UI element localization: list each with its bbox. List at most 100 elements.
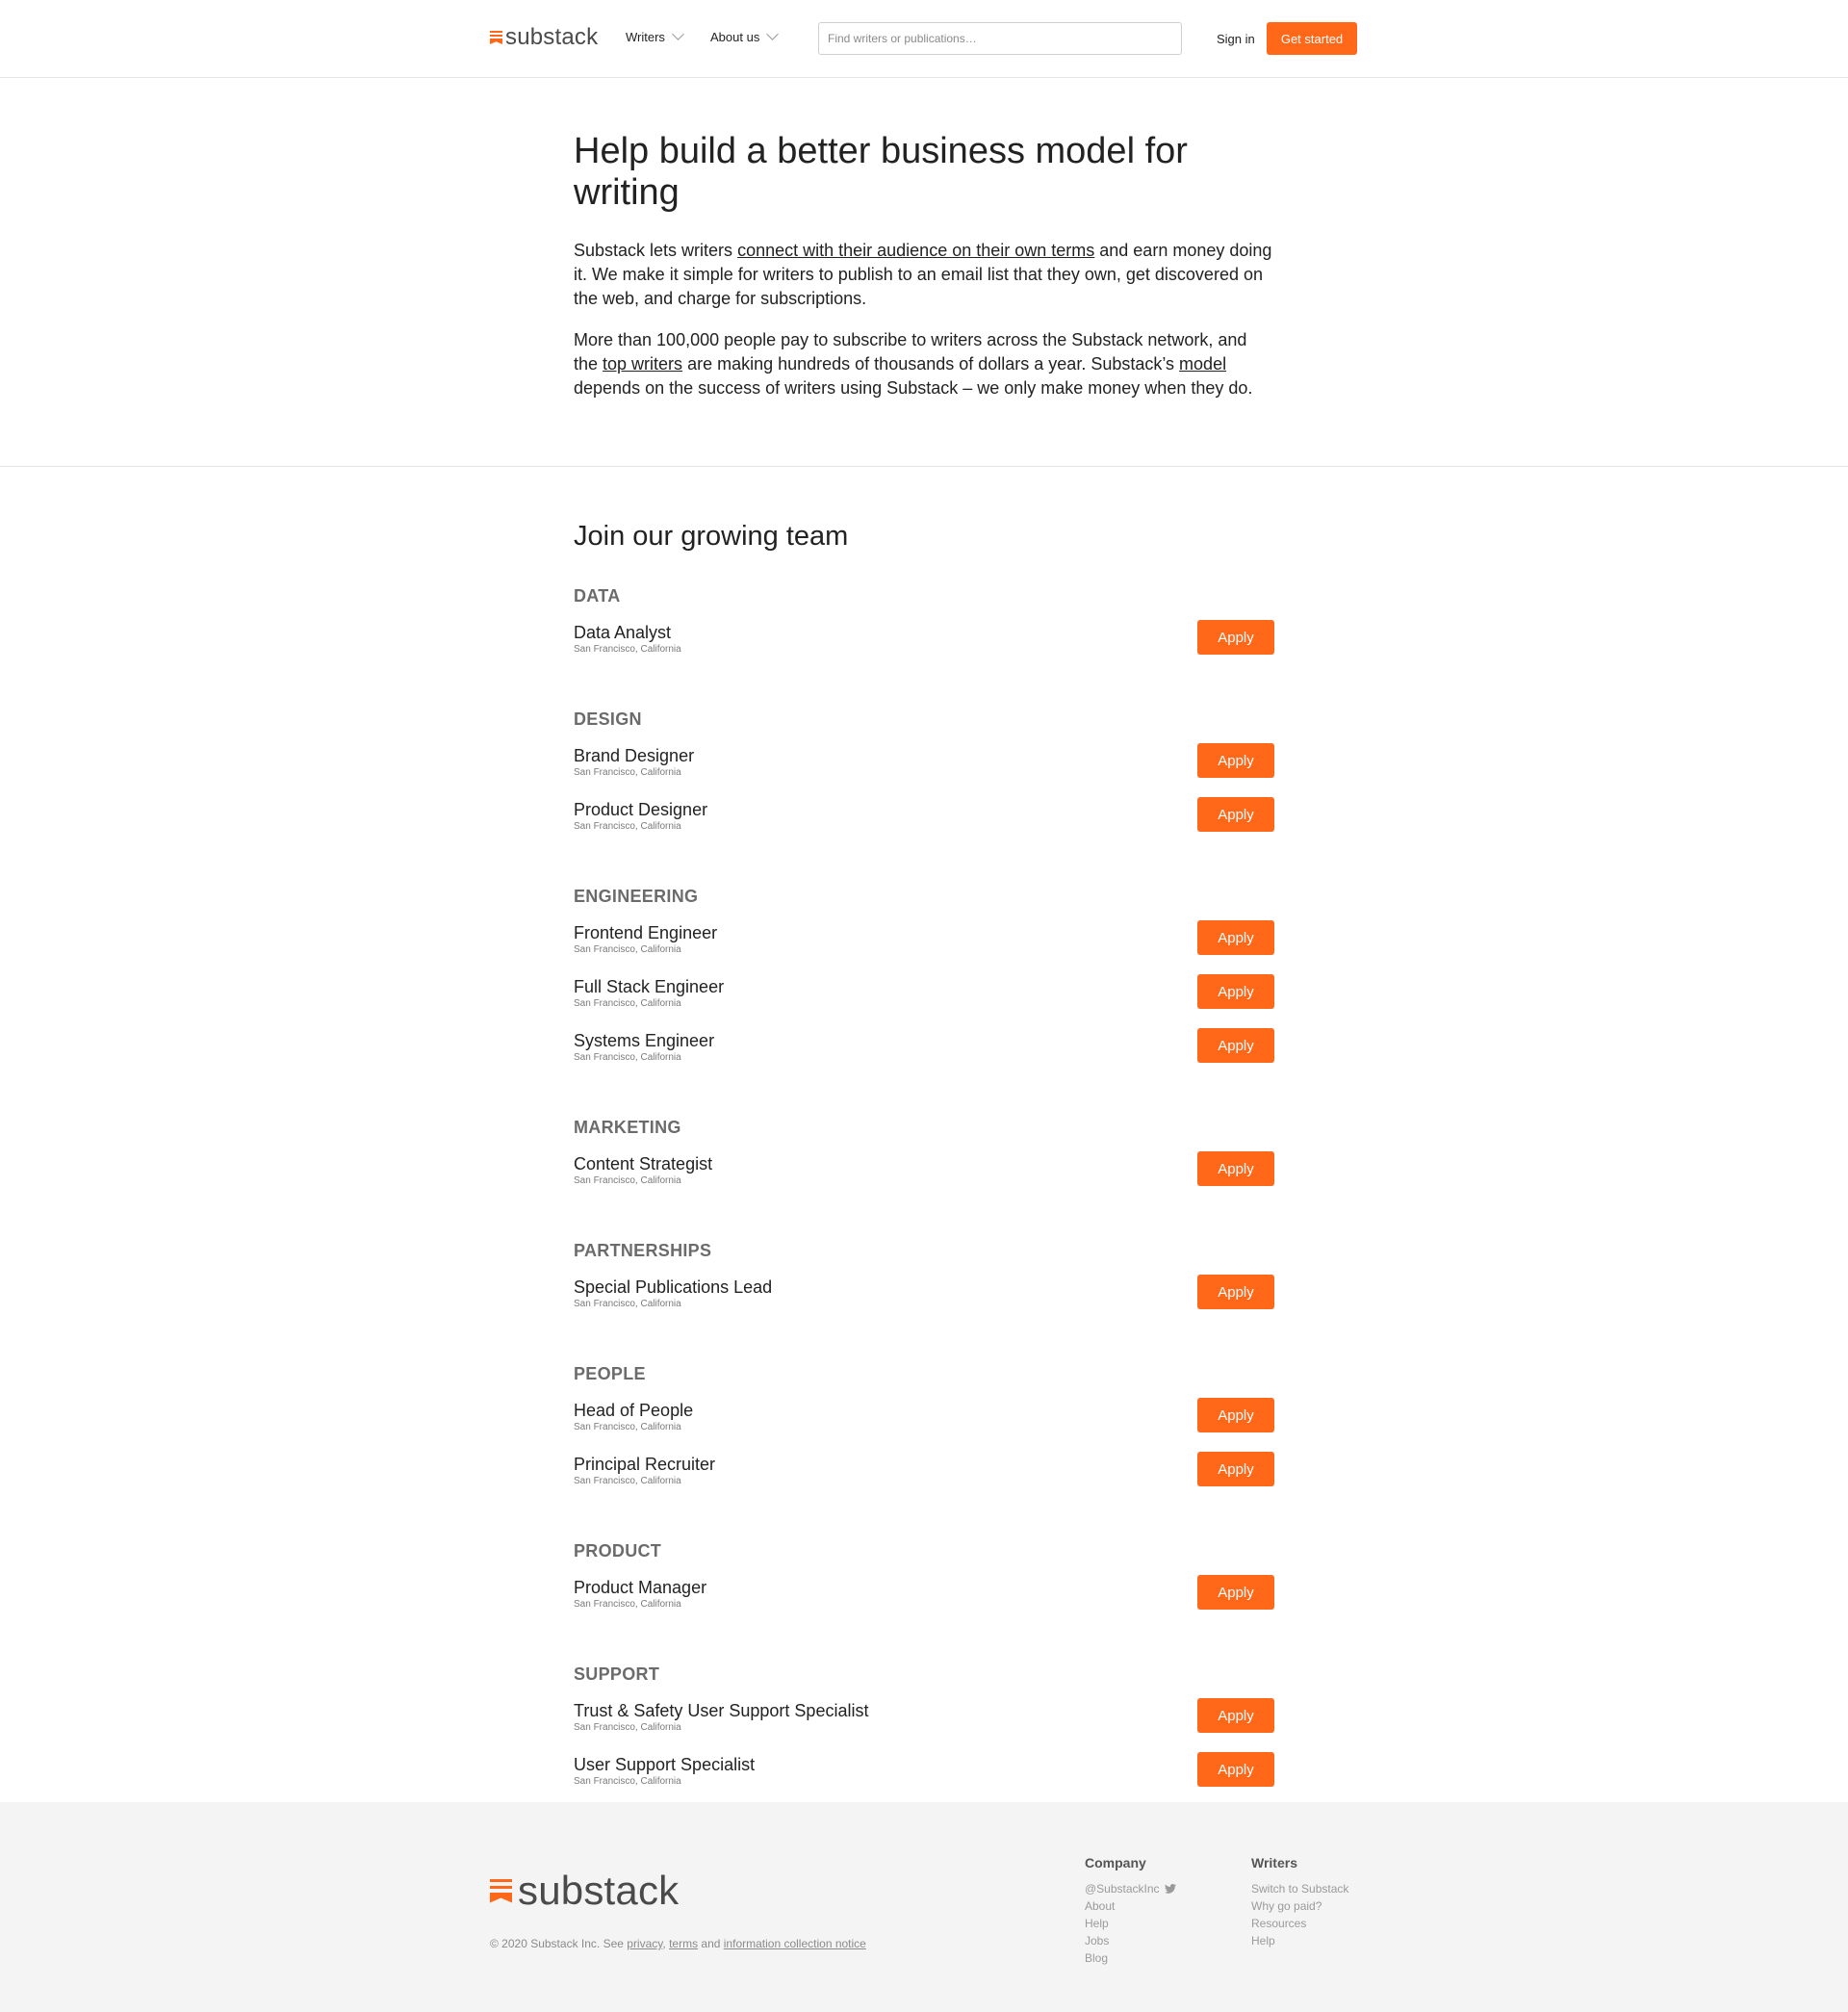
- department-title: PEOPLE: [574, 1364, 646, 1383]
- apply-button[interactable]: Apply: [1197, 743, 1274, 778]
- footer-link-blog[interactable]: Blog: [1085, 1949, 1176, 1967]
- job-location: San Francisco, California: [574, 1175, 681, 1186]
- apply-button[interactable]: Apply: [1197, 1698, 1274, 1733]
- substack-logo[interactable]: substack: [490, 25, 598, 50]
- top-navigation-inner: substack Writers About us Sign in Get st…: [490, 0, 1357, 77]
- job-listing: Brand Designer San Francisco, California…: [574, 743, 1274, 799]
- search-input[interactable]: [818, 22, 1182, 55]
- sign-in-link[interactable]: Sign in: [1217, 32, 1255, 46]
- footer-writers-column: Writers Switch to Substack Why go paid? …: [1251, 1854, 1348, 1949]
- department-marketing: MARKETING Content Strategist San Francis…: [574, 1117, 1274, 1207]
- top-writers-link[interactable]: top writers: [603, 354, 682, 374]
- apply-button[interactable]: Apply: [1197, 1028, 1274, 1063]
- department-title: DATA: [574, 586, 621, 606]
- intro-paragraph-2: More than 100,000 people pay to subscrib…: [574, 328, 1274, 400]
- apply-button[interactable]: Apply: [1197, 920, 1274, 955]
- substack-bookmark-icon: [490, 31, 502, 44]
- apply-button[interactable]: Apply: [1197, 1151, 1274, 1186]
- department-product: PRODUCT Product Manager San Francisco, C…: [574, 1540, 1274, 1631]
- job-title[interactable]: Head of People: [574, 1400, 693, 1421]
- job-title[interactable]: Special Publications Lead: [574, 1277, 772, 1298]
- job-location: San Francisco, California: [574, 1299, 681, 1309]
- department-engineering: ENGINEERING Frontend Engineer San Franci…: [574, 886, 1274, 1084]
- job-location: San Francisco, California: [574, 1599, 681, 1610]
- job-title[interactable]: Systems Engineer: [574, 1030, 714, 1051]
- apply-button[interactable]: Apply: [1197, 1452, 1274, 1486]
- intro-p1-text: Substack lets writers: [574, 241, 738, 260]
- apply-button[interactable]: Apply: [1197, 797, 1274, 832]
- job-title[interactable]: Principal Recruiter: [574, 1454, 715, 1475]
- job-title[interactable]: Trust & Safety User Support Specialist: [574, 1700, 868, 1721]
- nav-writers-label: Writers: [626, 30, 665, 44]
- job-listing: User Support Specialist San Francisco, C…: [574, 1752, 1274, 1808]
- job-location: San Francisco, California: [574, 1476, 681, 1486]
- footer-link-switch-to-substack[interactable]: Switch to Substack: [1251, 1880, 1348, 1897]
- footer-link-twitter[interactable]: @SubstackInc: [1085, 1880, 1176, 1897]
- top-navigation-bar: substack Writers About us Sign in Get st…: [0, 0, 1848, 78]
- copyright-and: and: [698, 1937, 724, 1950]
- department-title: DESIGN: [574, 709, 642, 729]
- job-location: San Francisco, California: [574, 1722, 681, 1733]
- footer-link-writers-help[interactable]: Help: [1251, 1932, 1348, 1949]
- footer-substack-logo[interactable]: substack: [490, 1870, 679, 1912]
- terms-link[interactable]: terms: [669, 1937, 698, 1950]
- copyright-text: © 2020 Substack Inc. See: [490, 1937, 628, 1950]
- job-listing: Trust & Safety User Support Specialist S…: [574, 1698, 1274, 1754]
- footer-link-resources[interactable]: Resources: [1251, 1915, 1348, 1932]
- job-listing: Product Manager San Francisco, Californi…: [574, 1575, 1274, 1631]
- job-title[interactable]: Product Designer: [574, 799, 707, 820]
- apply-button[interactable]: Apply: [1197, 1398, 1274, 1432]
- nav-writers-menu[interactable]: Writers: [626, 28, 684, 44]
- job-title[interactable]: User Support Specialist: [574, 1754, 755, 1775]
- intro-p2-text-middle: are making hundreds of thousands of doll…: [682, 354, 1180, 374]
- department-title: PRODUCT: [574, 1541, 662, 1561]
- jobs-section: Join our growing team DATA Data Analyst …: [574, 520, 1274, 1808]
- intro-section: Help build a better business model for w…: [574, 131, 1274, 400]
- job-title[interactable]: Content Strategist: [574, 1153, 712, 1174]
- job-listing: Content Strategist San Francisco, Califo…: [574, 1151, 1274, 1207]
- copyright-notice: © 2020 Substack Inc. See privacy, terms …: [490, 1937, 866, 1950]
- job-listing: Full Stack Engineer San Francisco, Calif…: [574, 974, 1274, 1030]
- chevron-down-icon: [672, 28, 684, 40]
- department-design: DESIGN Brand Designer San Francisco, Cal…: [574, 709, 1274, 853]
- department-title: PARTNERSHIPS: [574, 1241, 712, 1260]
- job-location: San Francisco, California: [574, 1422, 681, 1432]
- job-location: San Francisco, California: [574, 767, 681, 778]
- job-location: San Francisco, California: [574, 644, 681, 655]
- job-title[interactable]: Data Analyst: [574, 622, 671, 643]
- connect-audience-link[interactable]: connect with their audience on their own…: [737, 241, 1094, 260]
- site-footer: substack © 2020 Substack Inc. See privac…: [0, 1802, 1848, 2012]
- job-listing: Frontend Engineer San Francisco, Califor…: [574, 920, 1274, 976]
- model-link[interactable]: model: [1179, 354, 1226, 374]
- footer-link-why-go-paid[interactable]: Why go paid?: [1251, 1897, 1348, 1915]
- footer-link-help[interactable]: Help: [1085, 1915, 1176, 1932]
- job-listing: Product Designer San Francisco, Californ…: [574, 797, 1274, 853]
- information-collection-notice-link[interactable]: information collection notice: [724, 1937, 866, 1950]
- apply-button[interactable]: Apply: [1197, 1275, 1274, 1309]
- apply-button[interactable]: Apply: [1197, 974, 1274, 1009]
- job-title[interactable]: Full Stack Engineer: [574, 976, 724, 997]
- apply-button[interactable]: Apply: [1197, 1575, 1274, 1610]
- department-title: ENGINEERING: [574, 887, 699, 906]
- job-title[interactable]: Frontend Engineer: [574, 922, 717, 943]
- section-divider: [0, 466, 1848, 467]
- job-listing: Special Publications Lead San Francisco,…: [574, 1275, 1274, 1330]
- apply-button[interactable]: Apply: [1197, 1752, 1274, 1787]
- footer-link-about[interactable]: About: [1085, 1897, 1176, 1915]
- apply-button[interactable]: Apply: [1197, 620, 1274, 655]
- job-listing: Principal Recruiter San Francisco, Calif…: [574, 1452, 1274, 1508]
- department-title: MARKETING: [574, 1118, 681, 1137]
- job-title[interactable]: Brand Designer: [574, 745, 694, 766]
- job-title[interactable]: Product Manager: [574, 1577, 706, 1598]
- job-listing: Data Analyst San Francisco, California A…: [574, 620, 1274, 676]
- twitter-icon: [1164, 1884, 1176, 1894]
- footer-link-jobs[interactable]: Jobs: [1085, 1932, 1176, 1949]
- job-location: San Francisco, California: [574, 821, 681, 832]
- department-title: SUPPORT: [574, 1664, 660, 1684]
- job-location: San Francisco, California: [574, 944, 681, 955]
- privacy-link[interactable]: privacy: [627, 1937, 662, 1950]
- get-started-button[interactable]: Get started: [1267, 22, 1357, 55]
- nav-about-us-label: About us: [710, 30, 760, 44]
- nav-about-us-menu[interactable]: About us: [710, 28, 780, 44]
- jobs-heading: Join our growing team: [574, 521, 849, 552]
